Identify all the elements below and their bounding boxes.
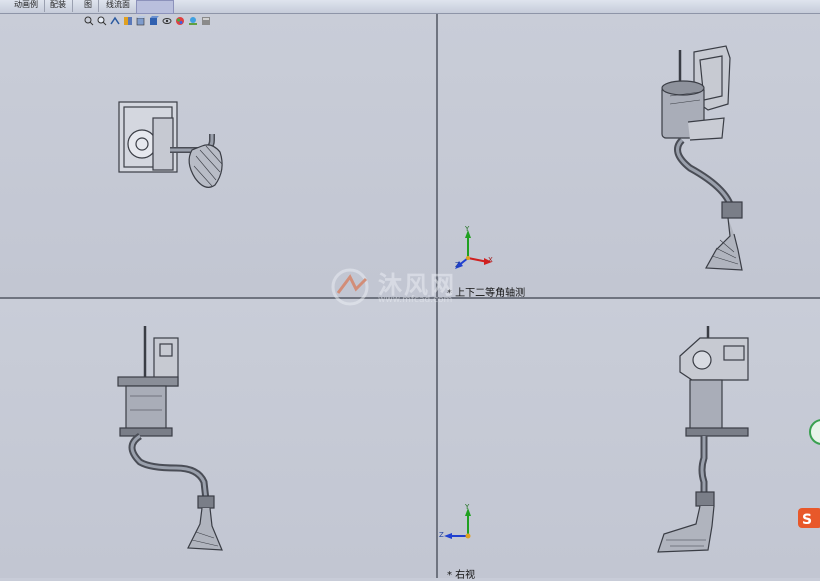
model-view-right — [657, 326, 749, 553]
triad-x-label: X — [488, 256, 493, 264]
svg-text:S: S — [802, 512, 812, 528]
triad-right-y-label: Y — [465, 503, 470, 511]
triad-right — [444, 508, 471, 539]
triad-right-z-label: Z — [439, 531, 444, 539]
watermark: 沐风网 www.mfcad.com — [328, 265, 498, 311]
model-view-front — [117, 326, 223, 551]
model-view-top — [118, 101, 223, 188]
watermark-url: www.mfcad.com — [378, 295, 453, 305]
edge-widget-icon[interactable] — [809, 419, 820, 445]
model-view-isometric — [661, 45, 743, 271]
watermark-logo-icon — [331, 268, 369, 306]
view-label-right: * 右视 — [447, 570, 476, 581]
triad-y-label: Y — [465, 225, 470, 233]
triad-isometric — [455, 230, 492, 269]
